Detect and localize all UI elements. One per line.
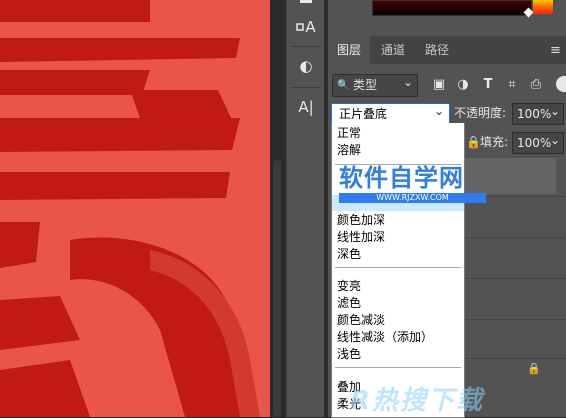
- search-icon: 🔍: [337, 80, 350, 91]
- chevron-down-icon: ⌄: [403, 75, 414, 89]
- adjustment-icon[interactable]: ◐: [287, 51, 325, 81]
- blend-option[interactable]: 线性减淡（添加）: [337, 329, 433, 345]
- panel-menu-icon[interactable]: ≡: [550, 43, 561, 58]
- type-tool-glyph: A: [305, 18, 316, 36]
- blend-option[interactable]: 滤色: [337, 295, 361, 311]
- lock-all-icon[interactable]: 🔒: [466, 135, 481, 149]
- blend-option[interactable]: 颜色减淡: [337, 312, 385, 328]
- layer-kind-filter[interactable]: 🔍 类型 ⌄: [332, 74, 418, 97]
- tab-paths[interactable]: 路径: [416, 36, 458, 64]
- tool-separator: [291, 87, 321, 88]
- blend-option[interactable]: 深色: [337, 246, 361, 262]
- paragraph-glyph: A|: [298, 98, 314, 116]
- blend-option[interactable]: 正常: [337, 125, 361, 141]
- color-swatch[interactable]: [533, 0, 553, 14]
- blend-option[interactable]: 溶解: [337, 142, 361, 158]
- adjustment-glyph: ◐: [299, 57, 313, 75]
- layer-row-divider: [462, 319, 566, 320]
- layer-row-divider: [462, 358, 566, 359]
- blend-option[interactable]: 线性加深: [337, 229, 385, 245]
- layer-row-divider: [462, 278, 566, 279]
- dropdown-separator: [335, 367, 461, 368]
- type-filter-icon[interactable]: T: [479, 74, 497, 95]
- tab-layers[interactable]: 图层: [328, 36, 370, 64]
- canvas-scrollbar-thumb[interactable]: [273, 160, 281, 417]
- filter-label: 类型: [353, 78, 378, 92]
- image-filter-icon[interactable]: ▣: [430, 74, 448, 95]
- type-tool-icon[interactable]: A: [287, 12, 325, 42]
- paragraph-type-icon[interactable]: A|: [287, 92, 325, 122]
- dropdown-separator: [335, 267, 461, 268]
- smart-object-filter-icon[interactable]: ⎙: [527, 74, 545, 95]
- tool-strip: A ◐ A|: [286, 0, 325, 417]
- chevron-down-icon: ⌄: [549, 133, 560, 147]
- blend-option[interactable]: 颜色加深: [337, 212, 385, 228]
- fill-value: 100%: [517, 136, 552, 150]
- layer-lock-icon: 🔒: [527, 362, 541, 375]
- site-watermark-logo: 软件自学网: [339, 164, 464, 192]
- opacity-label: 不透明度:: [454, 106, 507, 120]
- opacity-field[interactable]: 100% ⌄: [512, 103, 564, 125]
- gradient-preview[interactable]: [372, 0, 532, 16]
- selected-layer-row[interactable]: [462, 158, 556, 194]
- blend-mode-select[interactable]: 正片叠底 ⌄: [331, 103, 450, 125]
- chevron-down-icon: ⌄: [549, 104, 560, 118]
- chevron-down-icon: ⌄: [433, 104, 444, 118]
- bottom-watermark: R热搜下载: [350, 386, 485, 416]
- fill-label: 填充:: [480, 135, 509, 149]
- blend-option[interactable]: 浅色: [337, 346, 361, 362]
- tool-separator: [291, 46, 321, 47]
- filter-toggle-icon[interactable]: [556, 76, 566, 92]
- document-canvas[interactable]: [0, 0, 270, 417]
- layer-row-divider: [462, 237, 566, 238]
- site-watermark-url: WWW.RJZXW.COM: [339, 193, 486, 203]
- shape-filter-icon[interactable]: ⌗: [503, 74, 521, 95]
- blend-option[interactable]: 变亮: [337, 278, 361, 294]
- fill-field[interactable]: 100% ⌄: [512, 132, 564, 154]
- tab-channels[interactable]: 通道: [372, 36, 414, 64]
- adjustment-filter-icon[interactable]: ◑: [454, 74, 472, 95]
- canvas-artwork: [0, 0, 270, 417]
- blend-mode-value: 正片叠底: [339, 107, 388, 121]
- opacity-value: 100%: [517, 107, 552, 121]
